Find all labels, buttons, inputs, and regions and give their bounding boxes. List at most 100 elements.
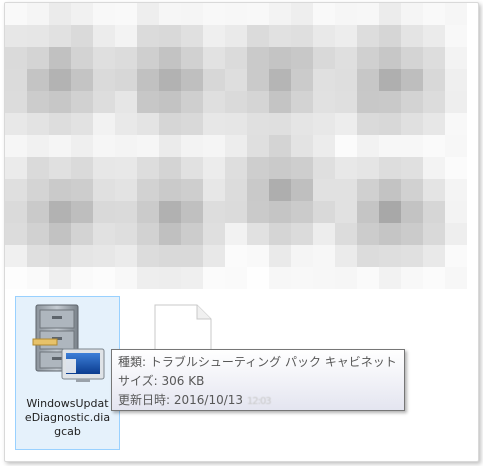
mosaic-cell xyxy=(379,267,401,289)
mosaic-cell xyxy=(225,135,247,157)
mosaic-cell xyxy=(71,267,93,289)
mosaic-cell xyxy=(335,47,357,69)
mosaic-cell xyxy=(291,47,313,69)
mosaic-cell xyxy=(379,113,401,135)
mosaic-cell xyxy=(445,135,467,157)
mosaic-cell xyxy=(137,267,159,289)
mosaic-cell xyxy=(291,91,313,113)
mosaic-cell xyxy=(379,91,401,113)
mosaic-cell xyxy=(203,179,225,201)
mosaic-cell xyxy=(93,25,115,47)
mosaic-cell xyxy=(93,157,115,179)
mosaic-cell xyxy=(49,25,71,47)
mosaic-cell xyxy=(137,201,159,223)
mosaic-cell xyxy=(159,135,181,157)
mosaic-cell xyxy=(27,91,49,113)
mosaic-cell xyxy=(401,113,423,135)
mosaic-cell xyxy=(379,157,401,179)
file-item-blank[interactable] xyxy=(136,296,220,359)
mosaic-cell xyxy=(27,223,49,245)
mosaic-cell xyxy=(27,267,49,289)
mosaic-cell xyxy=(247,47,269,69)
mosaic-cell xyxy=(401,91,423,113)
mosaic-cell xyxy=(49,245,71,267)
mosaic-cell xyxy=(137,135,159,157)
explorer-window: WindowsUpdat eDiagnostic.dia gcab 種類: トラ… xyxy=(4,2,479,462)
mosaic-cell xyxy=(313,69,335,91)
mosaic-cell xyxy=(423,47,445,69)
mosaic-cell xyxy=(5,69,27,91)
tooltip-date: 更新日時: 2016/10/13 12:03 xyxy=(118,393,272,407)
mosaic-cell xyxy=(181,69,203,91)
mosaic-cell xyxy=(27,201,49,223)
mosaic-cell xyxy=(445,69,467,91)
mosaic-cell xyxy=(203,113,225,135)
mosaic-cell xyxy=(115,223,137,245)
mosaic-cell xyxy=(445,91,467,113)
mosaic-cell xyxy=(225,267,247,289)
mosaic-cell xyxy=(247,135,269,157)
mosaic-cell xyxy=(5,245,27,267)
mosaic-cell xyxy=(159,179,181,201)
file-item-diagcab[interactable]: WindowsUpdat eDiagnostic.dia gcab xyxy=(15,296,120,450)
mosaic-cell xyxy=(5,25,27,47)
mosaic-cell xyxy=(313,201,335,223)
mosaic-cell xyxy=(269,179,291,201)
mosaic-cell xyxy=(181,113,203,135)
mosaic-cell xyxy=(291,245,313,267)
mosaic-cell xyxy=(93,267,115,289)
mosaic-cell xyxy=(71,91,93,113)
mosaic-cell xyxy=(445,47,467,69)
mosaic-cell xyxy=(27,113,49,135)
mosaic-cell xyxy=(27,3,49,25)
mosaic-cell xyxy=(137,113,159,135)
mosaic-cell xyxy=(49,69,71,91)
mosaic-cell xyxy=(423,267,445,289)
mosaic-cell xyxy=(357,25,379,47)
mosaic-cell xyxy=(445,245,467,267)
mosaic-cell xyxy=(71,179,93,201)
mosaic-cell xyxy=(27,245,49,267)
mosaic-cell xyxy=(269,267,291,289)
mosaic-cell xyxy=(313,267,335,289)
mosaic-cell xyxy=(291,113,313,135)
mosaic-cell xyxy=(225,25,247,47)
mosaic-cell xyxy=(357,157,379,179)
mosaic-cell xyxy=(247,267,269,289)
mosaic-cell xyxy=(115,267,137,289)
mosaic-cell xyxy=(49,113,71,135)
mosaic-cell xyxy=(335,3,357,25)
mosaic-cell xyxy=(115,179,137,201)
mosaic-cell xyxy=(93,135,115,157)
file-info-tooltip: 種類: トラブルシューティング パック キャビネット サイズ: 306 KB 更… xyxy=(111,349,405,411)
mosaic-cell xyxy=(71,245,93,267)
mosaic-cell xyxy=(335,267,357,289)
mosaic-cell xyxy=(313,113,335,135)
tooltip-type: 種類: トラブルシューティング パック キャビネット xyxy=(118,355,397,369)
mosaic-cell xyxy=(49,267,71,289)
mosaic-cell xyxy=(159,69,181,91)
mosaic-cell xyxy=(401,3,423,25)
mosaic-cell xyxy=(313,91,335,113)
mosaic-cell xyxy=(181,25,203,47)
mosaic-cell xyxy=(269,69,291,91)
mosaic-cell xyxy=(5,91,27,113)
mosaic-cell xyxy=(181,91,203,113)
mosaic-cell xyxy=(27,135,49,157)
mosaic-cell xyxy=(71,25,93,47)
mosaic-cell xyxy=(335,223,357,245)
mosaic-cell xyxy=(247,201,269,223)
mosaic-cell xyxy=(291,201,313,223)
mosaic-cell xyxy=(445,201,467,223)
mosaic-cell xyxy=(93,245,115,267)
mosaic-cell xyxy=(115,135,137,157)
mosaic-cell xyxy=(137,179,159,201)
mosaic-cell xyxy=(137,91,159,113)
mosaic-cell xyxy=(203,69,225,91)
mosaic-cell xyxy=(181,267,203,289)
file-cabinet-icon xyxy=(32,304,105,382)
mosaic-cell xyxy=(357,91,379,113)
mosaic-cell xyxy=(49,3,71,25)
mosaic-cell xyxy=(225,223,247,245)
mosaic-cell xyxy=(445,179,467,201)
